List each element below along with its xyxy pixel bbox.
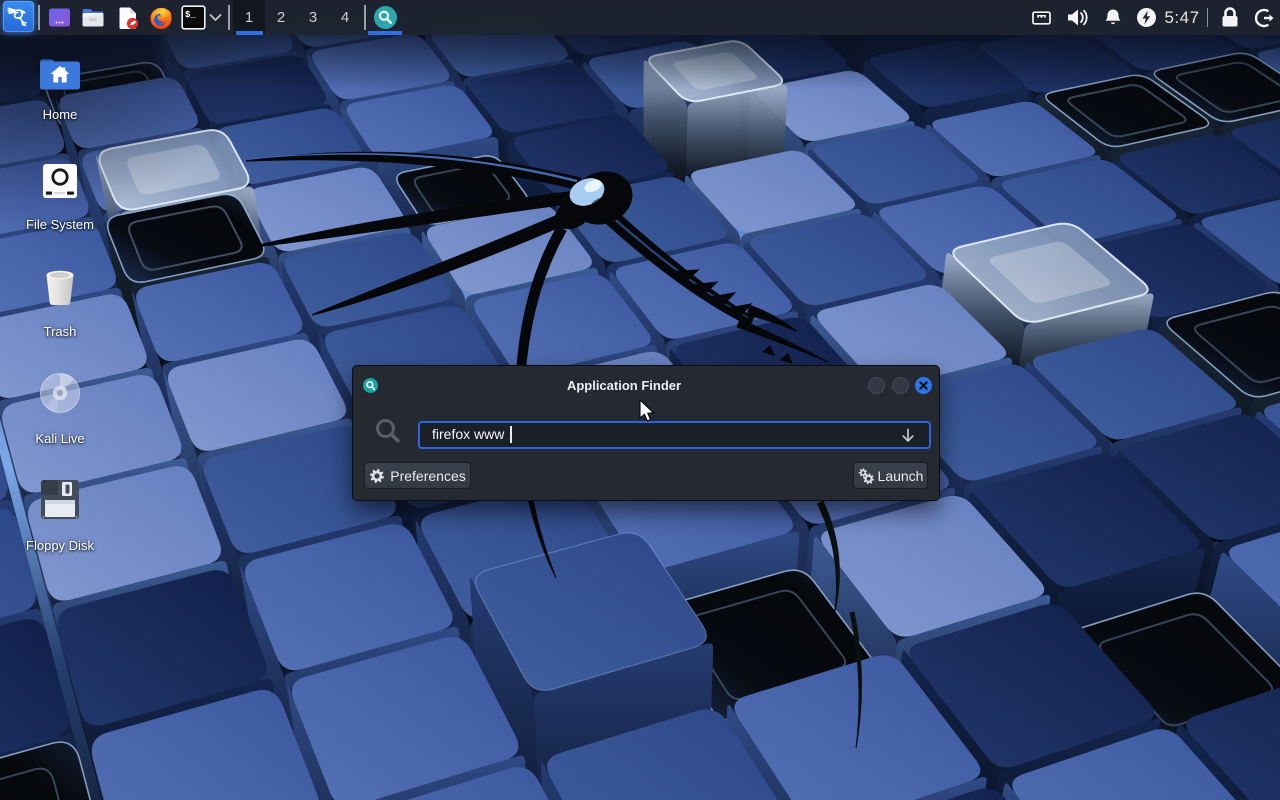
svg-text:$_: $_ <box>185 10 196 20</box>
